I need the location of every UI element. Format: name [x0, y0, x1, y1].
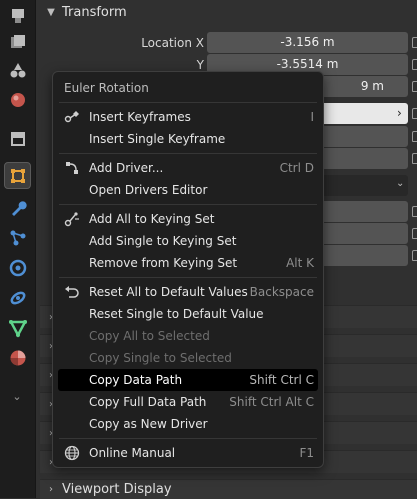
menu-item-add-all-to-keying-set[interactable]: Add All to Keying Set: [58, 208, 318, 230]
menu-item-remove-from-keying-set[interactable]: Remove from Keying Set Alt K: [58, 252, 318, 274]
lock-icon[interactable]: [412, 81, 417, 92]
view-layer-tab-icon[interactable]: [4, 86, 31, 113]
viewport-display-panel-header[interactable]: › Viewport Display: [40, 479, 417, 499]
object-tab-icon[interactable]: [4, 162, 31, 189]
render-tab-icon[interactable]: [4, 28, 31, 55]
menu-item-reset-single-to-default[interactable]: Reset Single to Default Value: [58, 303, 318, 325]
reset-icon: [64, 284, 80, 300]
menu-item-reset-all-to-default[interactable]: Reset All to Default Values Backspace: [58, 281, 318, 303]
euler-rotation-context-menu: Euler Rotation Insert Keyframes I Insert…: [52, 71, 324, 468]
physics-tab-icon[interactable]: [4, 254, 31, 281]
location-x-row: Location X -3.156 m: [40, 32, 417, 54]
material-tab-icon[interactable]: [4, 344, 31, 371]
chevron-down-icon[interactable]: ⌄: [9, 390, 25, 406]
output-tab-icon[interactable]: [4, 57, 31, 84]
menu-title: Euler Rotation: [64, 81, 149, 95]
transform-title: Transform: [62, 4, 127, 20]
tool-tab-icon[interactable]: [4, 2, 31, 29]
menu-item-add-single-to-keying-set[interactable]: Add Single to Keying Set: [58, 230, 318, 252]
menu-item-copy-full-data-path[interactable]: Copy Full Data Path Shift Ctrl Alt C: [58, 391, 318, 413]
data-tab-icon[interactable]: [4, 314, 31, 341]
menu-separator: [59, 153, 317, 154]
menu-item-add-driver[interactable]: Add Driver... Ctrl D: [58, 157, 318, 179]
lock-icon[interactable]: [412, 206, 417, 217]
particles-tab-icon[interactable]: [4, 224, 31, 251]
lock-icon[interactable]: [412, 250, 417, 261]
menu-item-copy-all-to-selected: Copy All to Selected: [89, 329, 210, 343]
keying-set-icon: [64, 211, 80, 227]
globe-icon: [64, 445, 80, 461]
menu-item-online-manual[interactable]: Online Manual F1: [58, 442, 318, 464]
menu-separator: [59, 438, 317, 439]
menu-item-insert-single-keyframe[interactable]: Insert Single Keyframe: [58, 128, 318, 150]
properties-tab-strip: ⌄: [0, 0, 36, 498]
lock-icon[interactable]: [412, 228, 417, 239]
location-y-label: Y: [196, 58, 204, 72]
menu-item-open-drivers-editor[interactable]: Open Drivers Editor: [58, 179, 318, 201]
transform-panel-header[interactable]: ▼ Transform: [40, 1, 417, 23]
location-x-field[interactable]: -3.156 m: [207, 32, 408, 53]
menu-item-insert-keyframes[interactable]: Insert Keyframes I: [58, 106, 318, 128]
lock-icon[interactable]: [412, 108, 417, 119]
modifier-tab-icon[interactable]: [4, 194, 31, 221]
lock-icon[interactable]: [412, 59, 417, 70]
lock-icon[interactable]: [412, 153, 417, 164]
menu-separator: [59, 102, 317, 103]
driver-icon: [64, 160, 80, 176]
menu-separator: [59, 204, 317, 205]
chevron-down-icon: ⌄: [396, 178, 405, 189]
menu-separator: [59, 277, 317, 278]
scene-tab-icon[interactable]: [4, 124, 31, 151]
viewport-display-title: Viewport Display: [62, 482, 172, 497]
menu-item-copy-single-to-selected: Copy Single to Selected: [89, 351, 232, 365]
keyframe-icon: [64, 109, 80, 125]
chevron-right-icon: ›: [49, 484, 53, 495]
menu-item-copy-as-new-driver[interactable]: Copy as New Driver: [58, 413, 318, 435]
chevron-down-icon: ▼: [47, 6, 55, 18]
chevron-right-icon: ›: [397, 106, 402, 120]
lock-icon[interactable]: [412, 131, 417, 142]
location-x-label: Location X: [141, 36, 204, 50]
lock-icon[interactable]: [412, 37, 417, 48]
constraints-tab-icon[interactable]: [4, 284, 31, 311]
menu-item-copy-data-path[interactable]: Copy Data Path Shift Ctrl C: [58, 369, 318, 391]
